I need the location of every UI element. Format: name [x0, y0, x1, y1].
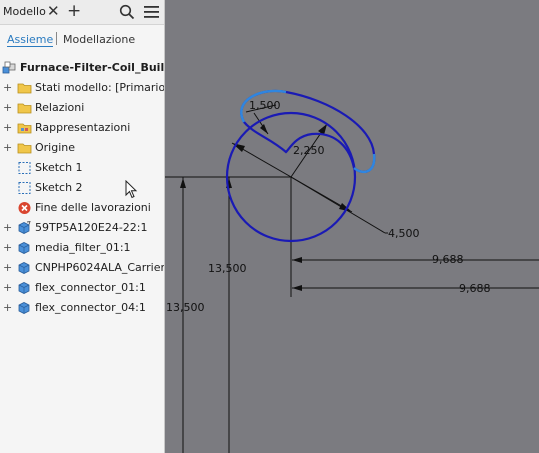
- folder-icon: [17, 83, 32, 94]
- expand-icon[interactable]: +: [3, 81, 12, 94]
- tree-item[interactable]: Fine delle lavorazioni: [0, 198, 164, 218]
- browser-tab-bar: Modello ✕ +: [0, 0, 164, 25]
- expand-icon[interactable]: +: [3, 301, 12, 314]
- tree-root-assembly[interactable]: Furnace-Filter-Coil_Buildu: [0, 58, 164, 78]
- folder-representations-icon: [17, 123, 32, 134]
- tree-item-label: Rappresentazioni: [35, 121, 131, 134]
- tree-item[interactable]: Sketch 1: [0, 158, 164, 178]
- sketch-icon: [18, 182, 31, 194]
- dimension-label-9688-b[interactable]: 9,688: [459, 282, 491, 295]
- part-icon: [18, 221, 31, 234]
- end-of-part-icon: [18, 202, 31, 214]
- selected-arc-highlight[interactable]: [353, 153, 376, 174]
- search-icon[interactable]: [119, 4, 135, 20]
- subtab-assieme[interactable]: Assieme: [7, 33, 54, 47]
- tree-item[interactable]: + flex_connector_04:1: [0, 298, 164, 318]
- horizontal-dimension-lines: [292, 259, 539, 289]
- sketch-canvas[interactable]: 1,500 2,250 4,500 9,688 9,688 13,500 13,…: [165, 0, 539, 453]
- dimension-label-13500-b[interactable]: 13,500: [166, 301, 205, 314]
- close-icon[interactable]: ✕: [47, 2, 60, 20]
- part-icon: [18, 242, 30, 254]
- expand-icon[interactable]: +: [3, 261, 12, 274]
- dimension-label-2250[interactable]: 2,250: [293, 144, 325, 157]
- folder-icon: [17, 143, 32, 154]
- tree-item-label: Relazioni: [35, 101, 85, 114]
- mouse-pointer-icon: [125, 180, 138, 199]
- tree-item[interactable]: + flex_connector_01:1: [0, 278, 164, 298]
- folder-icon: [17, 103, 32, 114]
- dimension-label-4500[interactable]: 4,500: [388, 227, 420, 240]
- tree-item-label: flex_connector_04:1: [35, 301, 146, 314]
- tree-item[interactable]: + CNPHP6024ALA_Carrier:1: [0, 258, 164, 278]
- tree-item[interactable]: + Origine: [0, 138, 164, 158]
- subtab-separator: [56, 32, 57, 45]
- browser-subtabs: Assieme Modellazione: [0, 24, 164, 52]
- model-tree: Furnace-Filter-Coil_Buildu + Stati model…: [0, 58, 164, 318]
- tree-item-label: Sketch 2: [35, 181, 83, 194]
- tree-item-label: 59TP5A120E24-22:1: [35, 221, 148, 234]
- tree-item[interactable]: + Stati modello: [Primario]: [0, 78, 164, 98]
- tree-item[interactable]: + media_filter_01:1: [0, 238, 164, 258]
- add-tab-icon[interactable]: +: [67, 1, 81, 21]
- expand-icon[interactable]: +: [3, 241, 12, 254]
- sketch-icon: [18, 162, 31, 174]
- tree-item-label: CNPHP6024ALA_Carrier:1: [35, 261, 165, 274]
- tree-item-label: Sketch 1: [35, 161, 83, 174]
- tree-item-label: Fine delle lavorazioni: [35, 201, 151, 214]
- menu-icon[interactable]: [144, 5, 159, 19]
- dim-arrowhead: [260, 124, 268, 134]
- expand-icon[interactable]: +: [3, 101, 12, 114]
- part-icon: [18, 262, 30, 274]
- assembly-icon: [2, 61, 16, 74]
- expand-icon[interactable]: +: [3, 141, 12, 154]
- tree-item[interactable]: Sketch 2: [0, 178, 164, 198]
- tab-modello[interactable]: Modello: [3, 5, 46, 18]
- part-icon: [18, 282, 30, 294]
- tree-item-label: flex_connector_01:1: [35, 281, 146, 294]
- tree-item-label: Stati modello: [Primario]: [35, 81, 165, 94]
- tree-item[interactable]: + Relazioni: [0, 98, 164, 118]
- tree-item-label: media_filter_01:1: [35, 241, 131, 254]
- subtab-modellazione[interactable]: Modellazione: [63, 33, 135, 46]
- tree-item-label: Origine: [35, 141, 76, 154]
- dimension-label-9688-a[interactable]: 9,688: [432, 253, 464, 266]
- dimension-label-13500-a[interactable]: 13,500: [208, 262, 247, 275]
- tree-root-label: Furnace-Filter-Coil_Buildu: [20, 61, 165, 74]
- dim-arrowhead: [180, 178, 186, 188]
- dimension-label-1500[interactable]: 1,500: [249, 99, 281, 112]
- part-icon: [18, 302, 30, 314]
- model-browser-panel: Modello ✕ + Assieme Modellazione Furnace…: [0, 0, 165, 453]
- tree-item[interactable]: + 59TP5A120E24-22:1: [0, 218, 164, 238]
- tree-item[interactable]: + Rappresentazioni: [0, 118, 164, 138]
- expand-icon[interactable]: +: [3, 121, 12, 134]
- expand-icon[interactable]: +: [3, 281, 12, 294]
- reference-lines: [165, 176, 292, 453]
- expand-icon[interactable]: +: [3, 221, 12, 234]
